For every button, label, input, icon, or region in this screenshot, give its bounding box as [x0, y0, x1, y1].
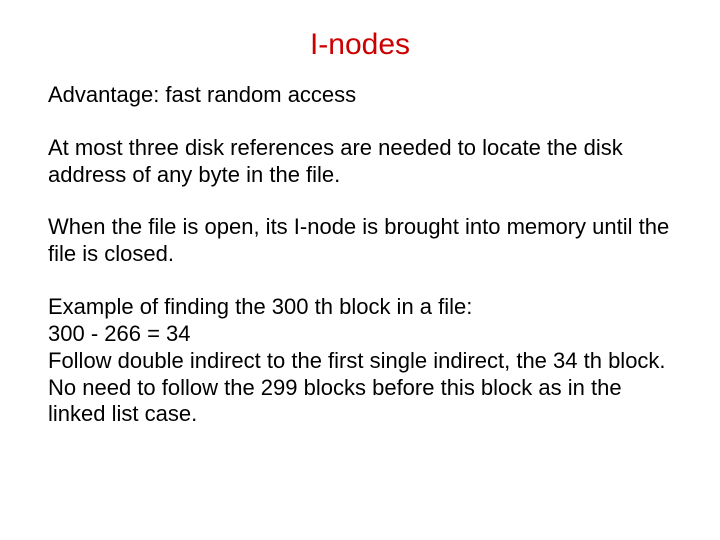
paragraph-example: Example of finding the 300 th block in a… — [48, 294, 672, 428]
paragraph-disk-refs: At most three disk references are needed… — [48, 135, 672, 189]
slide-title: I-nodes — [0, 28, 720, 62]
paragraph-advantage: Advantage: fast random access — [48, 82, 672, 109]
paragraph-open-file: When the file is open, its I-node is bro… — [48, 214, 672, 268]
slide-body: Advantage: fast random access At most th… — [48, 82, 672, 428]
slide: I-nodes Advantage: fast random access At… — [0, 0, 720, 540]
